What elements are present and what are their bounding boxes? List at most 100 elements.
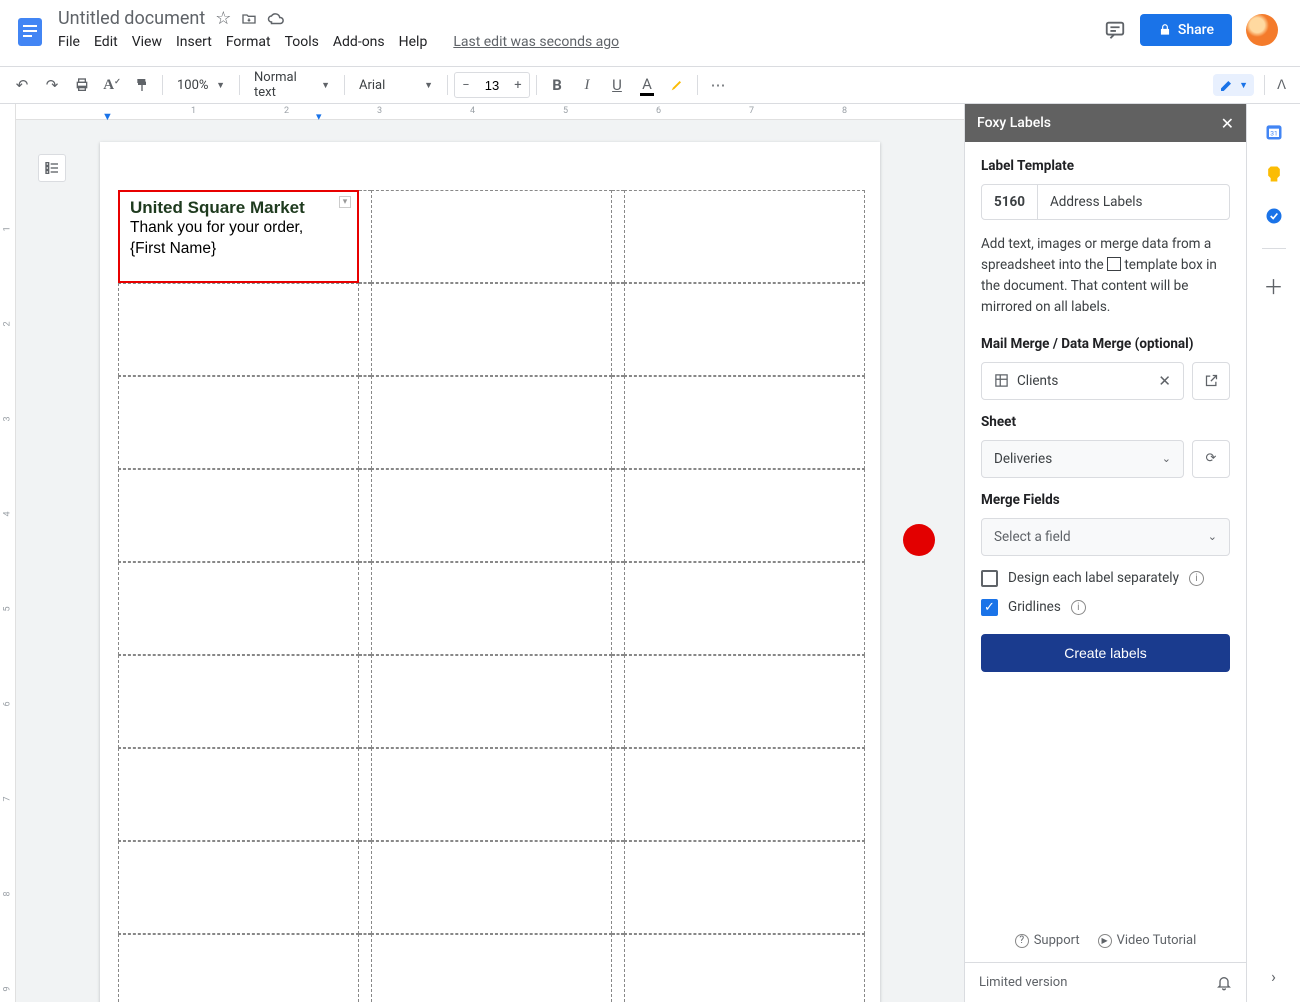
menu-help[interactable]: Help xyxy=(399,34,428,50)
video-tutorial-link[interactable]: ▶ Video Tutorial xyxy=(1098,933,1197,948)
create-labels-button[interactable]: Create labels xyxy=(981,634,1230,672)
last-edit-link[interactable]: Last edit was seconds ago xyxy=(453,34,619,50)
label-cell[interactable] xyxy=(118,748,359,841)
style-select[interactable]: Normal text▼ xyxy=(246,71,338,99)
label-cell[interactable] xyxy=(371,562,612,655)
print-icon[interactable] xyxy=(68,71,96,99)
paint-format-icon[interactable] xyxy=(128,71,156,99)
sheet-heading: Sheet xyxy=(981,414,1230,430)
label-cell[interactable] xyxy=(371,748,612,841)
label-cell[interactable] xyxy=(624,190,865,283)
cloud-status-icon[interactable] xyxy=(267,10,285,28)
keep-icon[interactable] xyxy=(1264,164,1284,184)
label-cell[interactable] xyxy=(371,841,612,934)
highlight-icon[interactable] xyxy=(663,71,691,99)
info-icon[interactable]: i xyxy=(1071,600,1086,615)
underline-icon[interactable]: U xyxy=(603,71,631,99)
sheet-select[interactable]: Deliveries ⌄ xyxy=(981,440,1184,478)
label-cell[interactable] xyxy=(118,934,359,1002)
label-body: Thank you for your order,{First Name} xyxy=(130,218,347,260)
hide-rail-icon[interactable]: › xyxy=(1271,967,1276,986)
label-cell[interactable] xyxy=(371,469,612,562)
template-name: Address Labels xyxy=(1038,185,1155,219)
label-cell[interactable] xyxy=(624,562,865,655)
close-icon[interactable]: ✕ xyxy=(1221,114,1234,133)
bell-icon[interactable] xyxy=(1216,975,1232,991)
italic-icon[interactable]: I xyxy=(573,71,601,99)
move-icon[interactable] xyxy=(241,11,257,27)
label-cell[interactable] xyxy=(371,283,612,376)
label-cell[interactable] xyxy=(118,562,359,655)
label-cell[interactable] xyxy=(118,655,359,748)
merge-heading: Mail Merge / Data Merge (optional) xyxy=(981,336,1230,352)
bold-icon[interactable]: B xyxy=(543,71,571,99)
svg-text:31: 31 xyxy=(1270,129,1277,137)
text-color-icon[interactable]: A xyxy=(633,71,661,99)
share-button[interactable]: Share xyxy=(1140,14,1232,46)
menu-addons[interactable]: Add-ons xyxy=(333,34,385,50)
template-selector[interactable]: 5160 Address Labels xyxy=(981,184,1230,220)
font-size-plus[interactable]: + xyxy=(507,78,529,93)
cell-menu-icon[interactable]: ▾ xyxy=(339,196,351,208)
font-size-minus[interactable]: − xyxy=(455,78,477,93)
comments-icon[interactable] xyxy=(1104,19,1126,41)
label-cell[interactable] xyxy=(371,655,612,748)
label-cell[interactable] xyxy=(624,748,865,841)
font-size-stepper[interactable]: − + xyxy=(454,72,530,98)
more-tools-icon[interactable]: ⋯ xyxy=(704,71,732,99)
info-icon[interactable]: i xyxy=(1189,571,1204,586)
font-select[interactable]: Arial▼ xyxy=(351,71,441,99)
editing-mode[interactable]: ▼ xyxy=(1213,74,1254,96)
label-cell[interactable] xyxy=(624,841,865,934)
menu-edit[interactable]: Edit xyxy=(94,34,118,50)
menu-format[interactable]: Format xyxy=(226,34,271,50)
menu-file[interactable]: File xyxy=(58,34,80,50)
zoom-select[interactable]: 100%▼ xyxy=(169,71,233,99)
label-cell[interactable] xyxy=(624,655,865,748)
add-addon-icon[interactable]: ＋ xyxy=(1264,271,1284,300)
label-cell[interactable] xyxy=(624,376,865,469)
ruler-vertical: 1 2 3 4 5 6 7 8 9 xyxy=(0,104,16,1002)
label-cell[interactable] xyxy=(118,283,359,376)
data-source-select[interactable]: Clients ✕ xyxy=(981,362,1184,400)
label-cell[interactable] xyxy=(118,469,359,562)
label-cell[interactable]: ▾United Square MarketThank you for your … xyxy=(118,190,359,283)
share-label: Share xyxy=(1178,22,1214,38)
help-icon: ? xyxy=(1015,934,1029,948)
label-cell[interactable] xyxy=(118,376,359,469)
label-cell[interactable] xyxy=(371,934,612,1002)
refresh-sheet-icon[interactable]: ⟳ xyxy=(1192,440,1230,478)
clear-source-icon[interactable]: ✕ xyxy=(1158,372,1171,390)
menu-tools[interactable]: Tools xyxy=(285,34,319,50)
document-page[interactable]: ▾United Square MarketThank you for your … xyxy=(100,142,880,1002)
collapse-sidebar-icon[interactable]: ᐱ xyxy=(1277,78,1286,93)
redo-icon[interactable]: ↷ xyxy=(38,71,66,99)
undo-icon[interactable]: ↶ xyxy=(8,71,36,99)
menu-view[interactable]: View xyxy=(132,34,162,50)
menu-insert[interactable]: Insert xyxy=(176,34,212,50)
gridlines-checkbox[interactable]: ✓ Gridlines i xyxy=(981,599,1230,616)
doc-title[interactable]: Untitled document xyxy=(58,8,205,29)
docs-logo[interactable] xyxy=(12,8,48,56)
design-separately-checkbox[interactable]: Design each label separately i xyxy=(981,570,1230,587)
support-link[interactable]: ? Support xyxy=(1015,933,1080,948)
spellcheck-icon[interactable]: A✓ xyxy=(98,71,126,99)
label-cell[interactable] xyxy=(371,190,612,283)
label-cell[interactable] xyxy=(371,376,612,469)
label-cell[interactable] xyxy=(118,841,359,934)
font-size-input[interactable] xyxy=(477,78,507,93)
label-cell[interactable] xyxy=(624,934,865,1002)
label-cell[interactable] xyxy=(624,283,865,376)
tasks-icon[interactable] xyxy=(1264,206,1284,226)
open-source-icon[interactable] xyxy=(1192,362,1230,400)
label-cell[interactable] xyxy=(624,469,865,562)
label-template-heading: Label Template xyxy=(981,158,1230,174)
addon-sidepanel: Foxy Labels ✕ Label Template 5160 Addres… xyxy=(964,104,1246,1002)
star-icon[interactable]: ☆ xyxy=(215,8,231,29)
calendar-icon[interactable]: 31 xyxy=(1264,122,1284,142)
label-title: United Square Market xyxy=(130,198,347,218)
outline-toggle-icon[interactable] xyxy=(38,154,66,182)
merge-field-select[interactable]: Select a field ⌄ xyxy=(981,518,1230,556)
merge-fields-heading: Merge Fields xyxy=(981,492,1230,508)
user-avatar[interactable] xyxy=(1246,14,1278,46)
